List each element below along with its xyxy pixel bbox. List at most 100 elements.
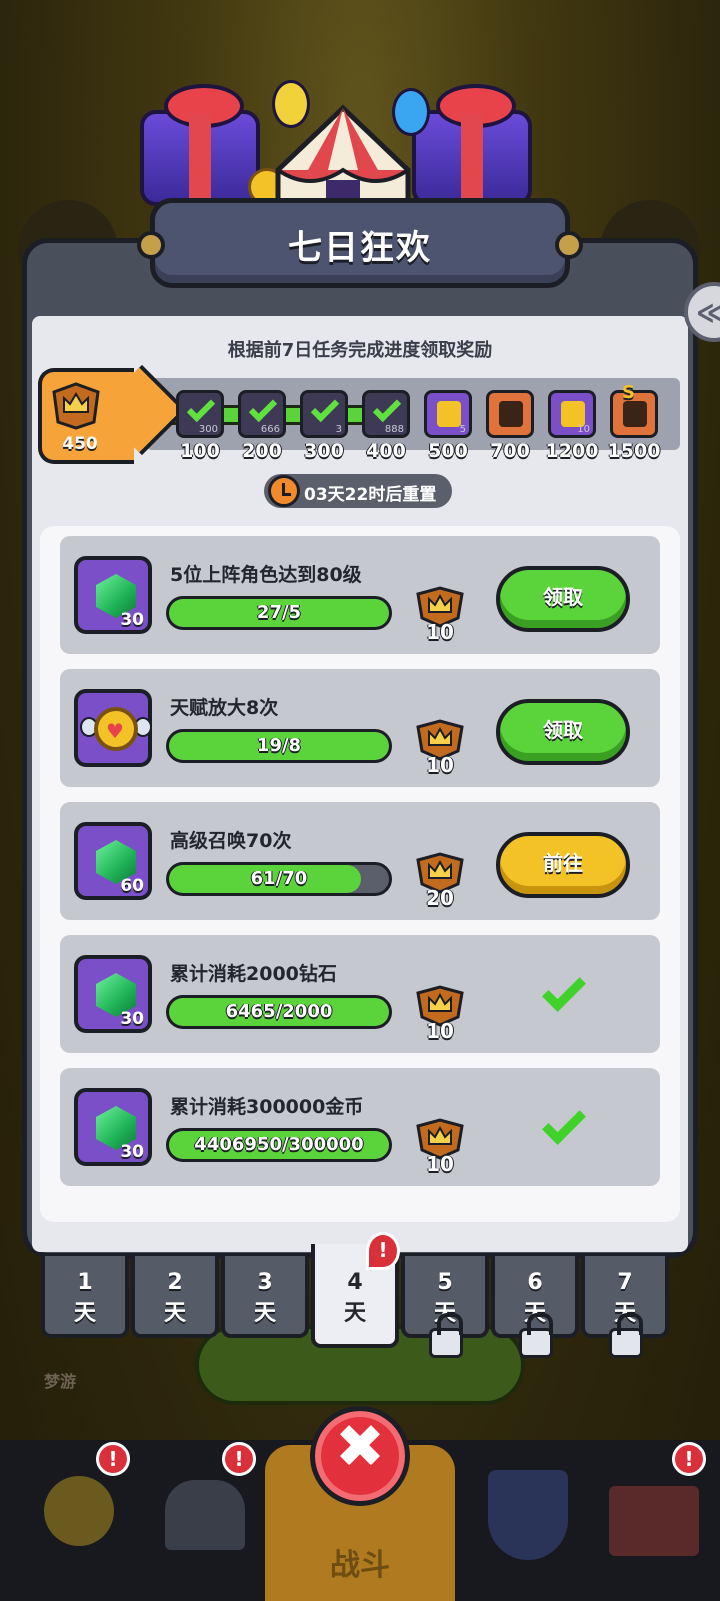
nav-alert-badge: ! [222, 1442, 256, 1476]
day-number: 3 [257, 1270, 273, 1295]
task-points: 10 [426, 1019, 454, 1043]
event-subtitle: 根据前7日任务完成进度领取奖励 [227, 340, 493, 361]
gift-box-icon [412, 84, 532, 206]
completed-check-icon [542, 968, 586, 1012]
lock-icon [519, 1313, 553, 1358]
milestone-reward-5[interactable]: 5 [424, 390, 472, 438]
milestone-points: 1200 [545, 440, 599, 462]
claim-button[interactable]: 领取 [496, 566, 630, 632]
bg-idle-label: 梦游 [44, 1372, 77, 1391]
circus-tent-icon [275, 104, 411, 208]
task-points: 10 [426, 620, 454, 644]
day-unit: 天 [343, 1301, 366, 1326]
task-reward[interactable]: 30 [74, 556, 152, 634]
task-progress-text: 19/8 [256, 735, 302, 756]
milestone-reward-qty: 666 [260, 424, 280, 435]
milestone-points: 400 [366, 440, 406, 462]
task-row: 30 累计消耗2000钻石 6465/2000 10 [60, 935, 660, 1053]
milestone-points: 500 [428, 440, 468, 462]
page-title: 七日狂欢 [288, 228, 432, 268]
task-progress-text: 6465/2000 [225, 1001, 333, 1022]
check-icon [372, 393, 402, 423]
task-progress-bar: 19/8 [166, 729, 392, 763]
task-reward[interactable]: 60 [74, 822, 152, 900]
day-number: 4 [347, 1270, 363, 1295]
nav-alert-badge: ! [96, 1442, 130, 1476]
day-unit: 天 [253, 1301, 276, 1326]
task-name: 天赋放大8次 [170, 697, 279, 719]
task-name: 高级召唤70次 [170, 830, 292, 852]
task-progress-bar: 4406950/300000 [166, 1128, 392, 1162]
lock-icon [429, 1313, 463, 1358]
milestone-points: 700 [490, 440, 530, 462]
task-progress-text: 4406950/300000 [194, 1134, 364, 1155]
reset-timer-text: 03天22时后重置 [304, 485, 437, 505]
heart-icon: ♥ [106, 719, 124, 743]
day-unit: 天 [163, 1301, 186, 1326]
lock-icon [609, 1313, 643, 1358]
reward-count: 30 [120, 610, 144, 630]
milestone-reward-4[interactable]: 888 [362, 390, 410, 438]
task-row: 30 累计消耗300000金币 4406950/300000 10 [60, 1068, 660, 1186]
milestone-reward-qty: 5 [459, 424, 466, 435]
task-progress-bar: 61/70 [166, 862, 392, 896]
day-alert-badge: ! [366, 1232, 400, 1270]
milestone-reward-qty: 888 [384, 424, 404, 435]
task-progress-text: 27/5 [256, 602, 302, 623]
crown-medal-icon [52, 382, 100, 430]
day-number: 5 [437, 1270, 453, 1295]
check-icon [310, 393, 340, 423]
milestone-reward-qty: 10 [577, 424, 590, 435]
milestone-reward-7[interactable]: 10 [548, 390, 596, 438]
nav-alert-badge: ! [672, 1442, 706, 1476]
go-button[interactable]: 前往 [496, 832, 630, 898]
milestone-points: 1500 [607, 440, 661, 462]
task-progress-bar: 6465/2000 [166, 995, 392, 1029]
clock-icon [268, 475, 300, 507]
milestone-reward-qty: 3 [335, 424, 342, 435]
milestone-points: 100 [180, 440, 220, 462]
milestone-reward-6[interactable] [486, 390, 534, 438]
reward-count: 30 [120, 1142, 144, 1162]
hero-grade-badge: S [622, 382, 635, 403]
task-points: 10 [426, 1152, 454, 1176]
day-number: 6 [527, 1270, 543, 1295]
hammer-icon [437, 401, 461, 427]
task-reward[interactable]: 30 [74, 955, 152, 1033]
task-name: 累计消耗300000金币 [170, 1096, 364, 1118]
hero-portrait [499, 401, 523, 427]
nav-battle-label: 战斗 [330, 1548, 390, 1583]
day-unit: 天 [73, 1301, 96, 1326]
task-points: 10 [426, 753, 454, 777]
tab-day-3[interactable]: 3天 [221, 1256, 309, 1338]
milestone-reward-1[interactable]: 300 [176, 390, 224, 438]
score-value: 450 [62, 434, 98, 454]
task-progress-bar: 27/5 [166, 596, 392, 630]
task-progress-text: 61/70 [250, 868, 308, 889]
completed-check-icon [542, 1101, 586, 1145]
check-icon [186, 393, 216, 423]
close-icon: ✖ [334, 1412, 386, 1482]
gift-box-icon [140, 84, 260, 206]
hero-portrait [623, 401, 647, 427]
task-name: 5位上阵角色达到80级 [170, 564, 362, 586]
milestone-reward-qty: 300 [198, 424, 218, 435]
task-name: 累计消耗2000钻石 [170, 963, 337, 985]
task-reward[interactable]: 30 [74, 1088, 152, 1166]
milestone-reward-3[interactable]: 3 [300, 390, 348, 438]
check-icon [248, 393, 278, 423]
reward-count: 30 [120, 1009, 144, 1029]
milestone-points: 200 [242, 440, 282, 462]
task-reward[interactable]: ♥ [74, 689, 152, 767]
day-number: 7 [617, 1270, 633, 1295]
day-number: 2 [167, 1270, 183, 1295]
task-row: 60 高级召唤70次 61/70 20 前往 [60, 802, 660, 920]
tab-day-2[interactable]: 2天 [131, 1256, 219, 1338]
side-collapse-glyph: ≪ [696, 296, 720, 329]
milestone-reward-2[interactable]: 666 [238, 390, 286, 438]
task-row: ♥ 天赋放大8次 19/8 10 领取 [60, 669, 660, 787]
task-row: 30 5位上阵角色达到80级 27/5 10 领取 [60, 536, 660, 654]
claim-button[interactable]: 领取 [496, 699, 630, 765]
tab-day-1[interactable]: 1天 [41, 1256, 129, 1338]
nav-crown-shield-icon[interactable] [470, 1450, 590, 1590]
